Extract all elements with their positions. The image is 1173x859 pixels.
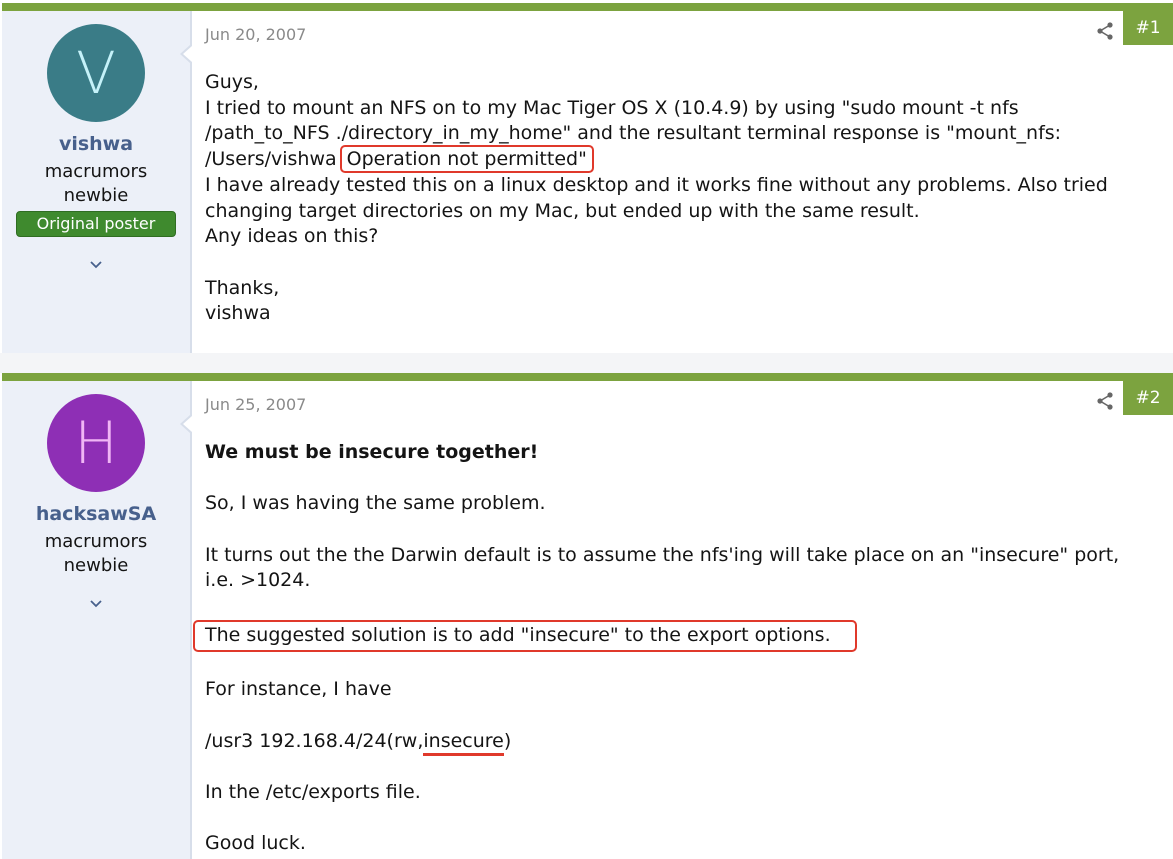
avatar[interactable]: V [47,24,145,122]
user-cell-pointer [180,45,192,63]
post-body: We must be insecure together! So, I was … [193,440,1133,857]
avatar-initial: H [74,409,118,477]
post-text-line: Any ideas on this? [205,225,379,248]
post-heading: We must be insecure together! [205,441,539,463]
post-text-line: changing target directories on my Mac, b… [205,199,920,222]
post-text-line: It turns out the the Darwin default is t… [205,543,1120,566]
post-body: Guys, I tried to mount an NFS on to my M… [205,70,1133,327]
post-date[interactable]: Jun 20, 2007 [205,25,306,44]
post-text-line: The suggested solution is to add "insecu… [193,619,1133,652]
post-1: V vishwa macrumors newbie Original poste… [2,3,1173,353]
share-icon[interactable] [1095,21,1115,41]
chevron-down-icon[interactable] [2,255,190,274]
post-text-line: So, I was having the same problem. [205,492,546,515]
user-title-line-1: macrumors [44,161,148,182]
post-text-line: I have already tested this on a linux de… [205,173,1108,196]
username[interactable]: hacksawSA [2,503,190,525]
post-2-user-cell: H hacksawSA macrumors newbie [2,381,192,859]
user-title: macrumors newbie [2,160,190,208]
user-title: macrumors newbie [2,530,190,578]
username[interactable]: vishwa [2,133,190,155]
post-text-fragment: ) [503,729,512,752]
user-title-line-1: macrumors [44,531,148,552]
post-text-line: i.e. >1024. [205,569,311,592]
highlighted-solution-text: The suggested solution is to add "insecu… [193,619,857,652]
user-title-line-2: newbie [63,185,129,206]
user-cell-pointer [180,415,192,433]
user-title-line-2: newbie [63,555,129,576]
post-text-line: In the /etc/exports file. [205,781,421,804]
share-icon[interactable] [1095,391,1115,411]
avatar-initial: V [76,39,116,107]
post-date[interactable]: Jun 25, 2007 [205,395,306,414]
post-text-fragment: /usr3 192.168.4/24(rw, [205,729,424,752]
post-text-line: Thanks, [205,276,280,299]
post-text-line: Guys, [205,71,259,93]
post-text-line: /path_to_NFS ./directory_in_my_home" and… [205,122,1062,145]
post-text-line: /Users/vishwa Operation not permitted" [205,145,1133,174]
avatar[interactable]: H [47,394,145,492]
highlighted-error-text: Operation not permitted" [339,145,594,174]
original-poster-badge: Original poster [16,211,176,237]
post-1-user-cell: V vishwa macrumors newbie Original poste… [2,11,192,353]
underlined-keyword: insecure [423,729,504,756]
chevron-down-icon[interactable] [2,594,190,613]
post-text-line: I tried to mount an NFS on to my Mac Tig… [205,96,1019,119]
post-text-line: For instance, I have [205,678,392,701]
post-text-line: vishwa [205,302,271,325]
post-text-line: /usr3 192.168.4/24(rw,insecure) [205,729,1133,756]
post-number[interactable]: #1 [1123,11,1173,45]
post-2: H hacksawSA macrumors newbie Jun 25, 200… [2,373,1173,859]
post-text-line: Good luck. [205,832,306,855]
post-text-fragment: /Users/vishwa [205,148,337,171]
post-number[interactable]: #2 [1123,381,1173,415]
post-separator [0,353,1173,373]
